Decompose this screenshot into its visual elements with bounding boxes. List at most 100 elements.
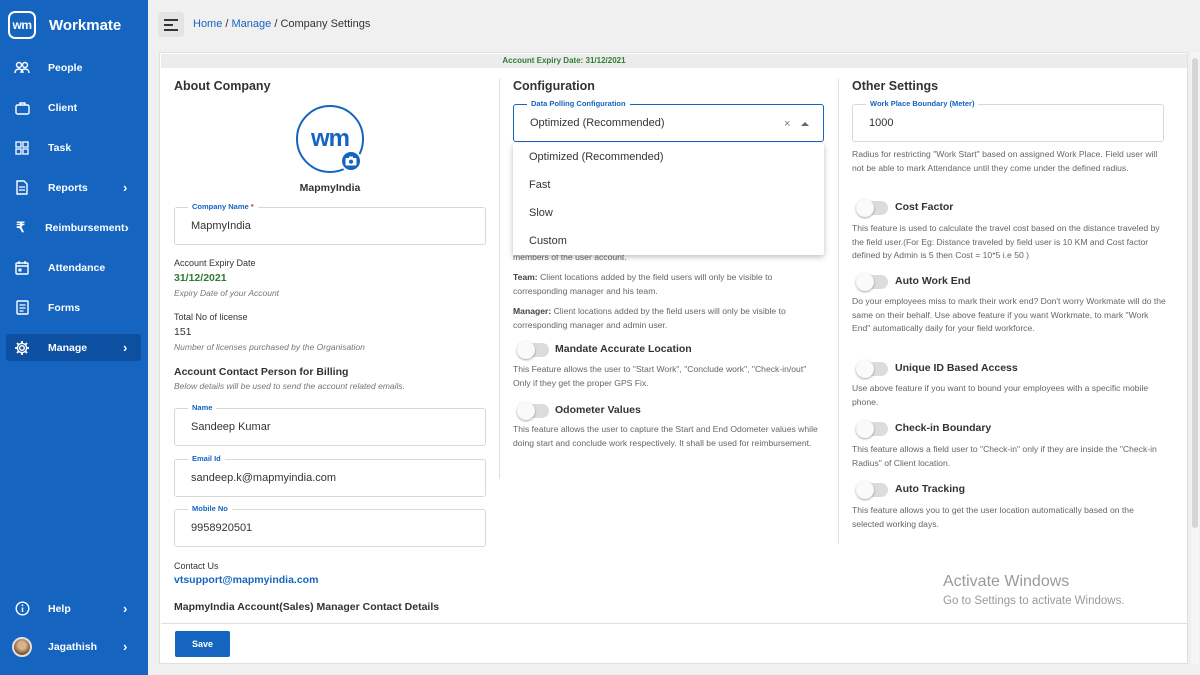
cost-factor-toggle[interactable]	[856, 199, 888, 217]
menu-toggle-button[interactable]	[158, 12, 184, 37]
people-icon	[8, 61, 36, 75]
sidebar-item-label: Manage	[48, 341, 88, 354]
chevron-right-icon: ›	[123, 180, 128, 195]
manager-label: Manager:	[513, 306, 552, 316]
contact-email-link[interactable]: vtsupport@mapmyindia.com	[174, 574, 318, 586]
work-place-boundary-value: 1000	[869, 117, 894, 129]
sidebar-item-label: Attendance	[48, 261, 106, 274]
unique-id-description: Use above feature if you want to bound y…	[852, 383, 1149, 407]
clear-icon[interactable]: ×	[784, 118, 790, 130]
name-field[interactable]: Name Sandeep Kumar	[174, 403, 486, 446]
dropdown-option[interactable]: Optimized (Recommended)	[513, 143, 824, 171]
chevron-right-icon: ›	[123, 639, 128, 654]
billing-hint: Below details will be used to send the a…	[174, 381, 406, 391]
team-description: Team: Client locations added by the fiel…	[513, 271, 824, 298]
mandate-location-toggle[interactable]	[517, 341, 549, 359]
odometer-label: Odometer Values	[555, 404, 641, 416]
work-place-boundary-description: Radius for restricting "Work Start" base…	[852, 149, 1158, 173]
sidebar-item-forms[interactable]: Forms	[6, 294, 141, 321]
rupee-icon: ₹	[16, 219, 25, 235]
column-divider	[499, 79, 500, 479]
document-icon	[8, 180, 36, 195]
sidebar-item-people[interactable]: People	[6, 54, 141, 81]
auto-work-end-toggle[interactable]	[856, 273, 888, 291]
activate-windows-subtitle: Go to Settings to activate Windows.	[943, 595, 1125, 607]
unique-id-toggle[interactable]	[856, 360, 888, 378]
app-name: Workmate	[49, 16, 122, 34]
name-value: Sandeep Kumar	[191, 421, 271, 433]
company-caption: MapmyIndia	[299, 182, 361, 194]
auto-work-end-label: Auto Work End	[895, 275, 971, 287]
checkin-boundary-toggle[interactable]	[856, 420, 888, 438]
camera-icon[interactable]	[340, 150, 362, 172]
unique-id-label: Unique ID Based Access	[895, 362, 1018, 374]
dropdown-option[interactable]: Custom	[513, 227, 824, 255]
mobile-field[interactable]: Mobile No 9958920501	[174, 504, 486, 547]
sidebar-item-label: Client	[48, 101, 78, 114]
form-icon	[8, 300, 36, 315]
sidebar-item-attendance[interactable]: Attendance	[6, 254, 141, 281]
sidebar-item-user[interactable]: Jagathish ›	[6, 633, 141, 660]
manager-text: Client locations added by the field user…	[513, 306, 786, 330]
chevron-right-icon: ›	[124, 220, 129, 235]
sidebar-item-label: Task	[48, 141, 72, 154]
billing-title: Account Contact Person for Billing	[174, 366, 349, 378]
user-name: Jagathish	[48, 640, 98, 653]
manager-description: Manager: Client locations added by the f…	[513, 305, 824, 332]
configuration-title: Configuration	[513, 79, 595, 93]
dropdown-option[interactable]: Slow	[513, 199, 824, 227]
dropdown-option[interactable]: Fast	[513, 171, 824, 199]
mobile-value: 9958920501	[191, 522, 253, 534]
calendar-icon	[8, 260, 36, 275]
company-name-value: MapmyIndia	[191, 220, 251, 232]
sidebar-item-label: Forms	[48, 301, 81, 314]
avatar	[12, 636, 32, 657]
sidebar-item-label: Help	[48, 602, 71, 615]
other-settings-title: Other Settings	[852, 79, 939, 93]
checkin-boundary-description: This feature allows a field user to "Che…	[852, 444, 1157, 468]
chevron-up-icon[interactable]	[801, 122, 809, 126]
sales-manager-title: MapmyIndia Account(Sales) Manager Contac…	[174, 601, 440, 613]
mandate-location-label: Mandate Accurate Location	[555, 343, 692, 355]
sidebar-item-label: Reports	[48, 181, 88, 194]
workmate-logo: wm	[8, 11, 36, 39]
work-place-boundary-field[interactable]: Work Place Boundary (Meter) 1000	[852, 99, 1164, 142]
breadcrumb-separator: /	[222, 18, 232, 30]
auto-tracking-description: This feature allows you to get the user …	[852, 505, 1134, 529]
sidebar-item-client[interactable]: Client	[6, 94, 141, 121]
chevron-right-icon: ›	[123, 340, 128, 355]
license-value: 151	[174, 326, 192, 338]
mandate-location-description: This Feature allows the user to "Start W…	[513, 364, 807, 388]
email-value: sandeep.k@mapmyindia.com	[191, 472, 337, 484]
cost-factor-label: Cost Factor	[895, 201, 954, 213]
chevron-right-icon: ›	[123, 601, 128, 616]
briefcase-icon	[8, 101, 36, 115]
contact-label: Contact Us	[174, 561, 219, 571]
email-field[interactable]: Email Id sandeep.k@mapmyindia.com	[174, 454, 486, 497]
scrollbar-thumb[interactable]	[1192, 58, 1198, 528]
data-polling-value: Optimized (Recommended)	[530, 117, 665, 129]
info-icon	[8, 601, 36, 616]
cost-factor-description: This feature is used to calculate the tr…	[852, 223, 1160, 260]
breadcrumb: Home / Manage / Company Settings	[193, 18, 370, 30]
breadcrumb-home-link[interactable]: Home	[193, 18, 222, 30]
save-button[interactable]: Save	[175, 631, 230, 657]
brand[interactable]: wm Workmate	[8, 11, 121, 39]
expiry-hint: Expiry Date of your Account	[174, 288, 280, 298]
checkin-boundary-label: Check-in Boundary	[895, 422, 992, 434]
sidebar-item-manage[interactable]: Manage ›	[6, 334, 141, 361]
odometer-toggle[interactable]	[517, 402, 549, 420]
sidebar-item-reimbursement[interactable]: ₹ Reimbursement ›	[6, 214, 141, 241]
company-logo-text: wm	[310, 125, 350, 152]
team-text: Client locations added by the field user…	[513, 272, 773, 296]
column-divider	[838, 79, 839, 544]
breadcrumb-manage-link[interactable]: Manage	[232, 18, 272, 30]
gear-icon	[8, 340, 36, 356]
sidebar-item-help[interactable]: Help ›	[6, 595, 141, 622]
auto-tracking-toggle[interactable]	[856, 481, 888, 499]
sidebar-item-reports[interactable]: Reports ›	[6, 174, 141, 201]
data-polling-select[interactable]: Data Polling Configuration Optimized (Re…	[513, 99, 824, 142]
sidebar-item-task[interactable]: Task	[6, 134, 141, 161]
odometer-description: This feature allows the user to capture …	[513, 424, 818, 448]
company-name-field[interactable]: Company Name * MapmyIndia	[174, 202, 486, 245]
